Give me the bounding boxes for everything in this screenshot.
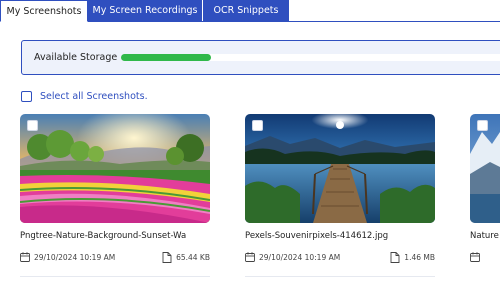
storage-panel: Available Storage — [21, 40, 500, 75]
screenshot-date: 29/10/2024 10:19 AM — [20, 252, 115, 262]
screenshot-thumbnail[interactable] — [20, 114, 210, 223]
screenshot-select-checkbox[interactable] — [252, 120, 263, 131]
select-all-row[interactable]: Select all Screenshots. — [21, 89, 148, 103]
sunset-landscape-image — [20, 114, 210, 223]
tab-my-screenshots[interactable]: My Screenshots — [0, 0, 88, 22]
tab-ocr-snippets[interactable]: OCR Snippets — [203, 0, 289, 22]
screenshot-thumbnail[interactable] — [470, 114, 500, 223]
screenshot-meta — [470, 252, 500, 264]
screenshot-date — [470, 252, 484, 262]
screenshot-date: 29/10/2024 10:19 AM — [245, 252, 340, 262]
storage-progress-track — [121, 54, 500, 61]
storage-label: Available Storage — [34, 52, 118, 63]
calendar-icon — [20, 252, 30, 262]
screenshot-size-text: 65.44 KB — [176, 253, 210, 262]
screenshot-meta: 29/10/2024 10:19 AM 65.44 KB — [20, 252, 210, 264]
tab-my-screen-recordings[interactable]: My Screen Recordings — [88, 0, 202, 22]
tab-bar: My Screenshots My Screen Recordings OCR … — [0, 0, 500, 22]
calendar-icon — [470, 252, 480, 262]
screenshot-thumbnail[interactable] — [245, 114, 435, 223]
screenshot-card[interactable]: Pngtree-Nature-Background-Sunset-Wa 29/1… — [20, 114, 210, 277]
select-all-checkbox[interactable] — [21, 90, 32, 102]
screenshot-card[interactable]: Pexels-Souvenirpixels-414612.jpg 29/10/2… — [245, 114, 435, 277]
select-all-label[interactable]: Select all Screenshots. — [40, 91, 148, 102]
screenshot-size: 1.46 MB — [390, 252, 435, 263]
screenshots-page: My Screenshots My Screen Recordings OCR … — [0, 0, 500, 282]
file-icon — [162, 252, 172, 263]
screenshot-title: Pngtree-Nature-Background-Sunset-Wa — [20, 231, 187, 241]
screenshot-select-checkbox[interactable] — [27, 120, 38, 131]
card-divider — [245, 276, 435, 277]
calendar-icon — [245, 252, 255, 262]
screenshot-date-text: 29/10/2024 10:19 AM — [34, 252, 116, 262]
screenshot-title: Pexels-Souvenirpixels-414612.jpg — [245, 231, 389, 241]
screenshot-select-checkbox[interactable] — [477, 120, 488, 131]
file-icon — [390, 252, 400, 263]
screenshot-meta: 29/10/2024 10:19 AM 1.46 MB — [245, 252, 435, 264]
lake-dock-image — [245, 114, 435, 223]
card-divider — [20, 276, 210, 277]
screenshot-size-text: 1.46 MB — [404, 253, 435, 262]
screenshot-card[interactable]: Nature — [470, 114, 500, 262]
screenshot-size: 65.44 KB — [162, 252, 210, 263]
screenshot-date-text: 29/10/2024 10:19 AM — [259, 252, 341, 262]
storage-progress-fill — [121, 54, 211, 61]
screenshot-title: Nature — [470, 231, 499, 241]
